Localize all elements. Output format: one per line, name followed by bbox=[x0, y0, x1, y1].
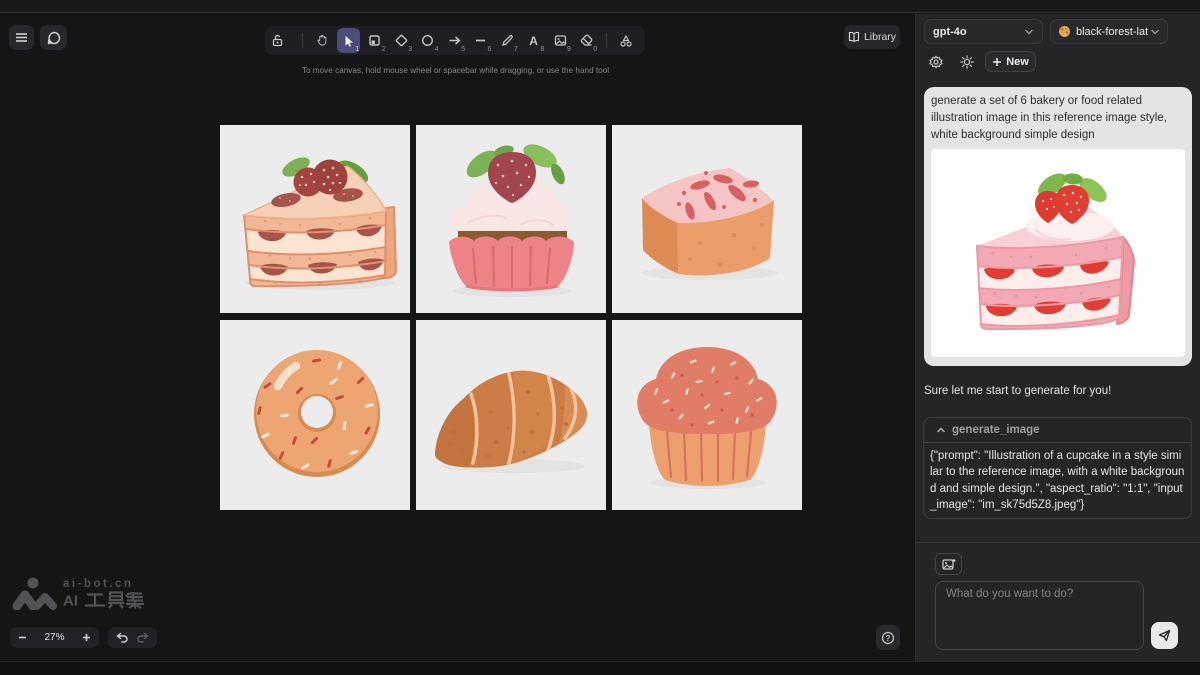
svg-text:?: ? bbox=[886, 633, 891, 642]
svg-text:AI: AI bbox=[63, 593, 78, 610]
